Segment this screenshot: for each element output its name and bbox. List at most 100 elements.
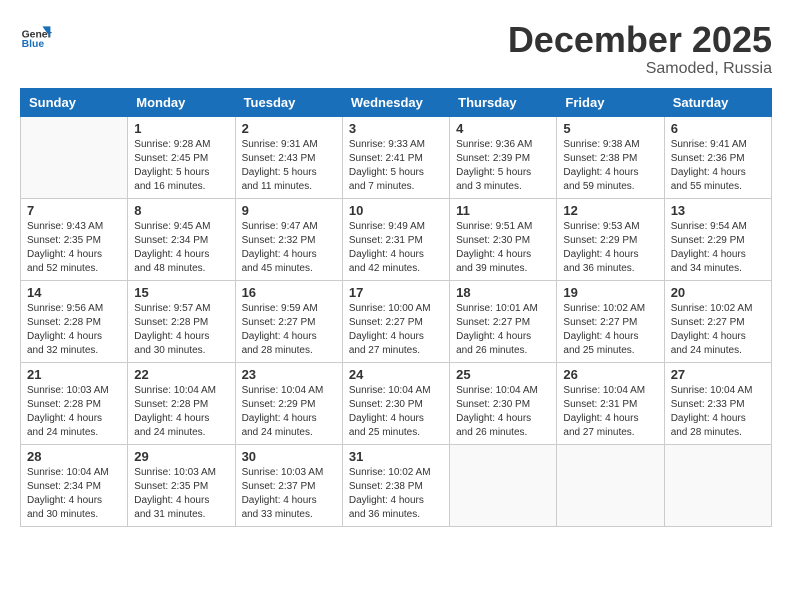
calendar-cell: 12 Sunrise: 9:53 AM Sunset: 2:29 PM Dayli… bbox=[557, 198, 664, 280]
weekday-header-tuesday: Tuesday bbox=[235, 88, 342, 116]
day-number: 7 bbox=[27, 203, 121, 218]
calendar-cell: 11 Sunrise: 9:51 AM Sunset: 2:30 PM Dayli… bbox=[450, 198, 557, 280]
day-number: 12 bbox=[563, 203, 657, 218]
day-info: Sunrise: 9:43 AM Sunset: 2:35 PM Dayligh… bbox=[27, 220, 121, 276]
day-number: 19 bbox=[563, 285, 657, 300]
day-info: Sunrise: 9:51 AM Sunset: 2:30 PM Dayligh… bbox=[456, 220, 550, 276]
day-info: Sunrise: 9:56 AM Sunset: 2:28 PM Dayligh… bbox=[27, 302, 121, 358]
day-info: Sunrise: 10:04 AM Sunset: 2:30 PM Daylig… bbox=[349, 384, 443, 440]
day-info: Sunrise: 9:57 AM Sunset: 2:28 PM Dayligh… bbox=[134, 302, 228, 358]
calendar-cell: 19Sunrise: 10:02 AM Sunset: 2:27 PM Dayl… bbox=[557, 280, 664, 362]
month-title: December 2025 bbox=[508, 20, 772, 60]
calendar-cell: 16 Sunrise: 9:59 AM Sunset: 2:27 PM Dayli… bbox=[235, 280, 342, 362]
svg-text:Blue: Blue bbox=[22, 39, 45, 50]
calendar-table: SundayMondayTuesdayWednesdayThursdayFrid… bbox=[20, 88, 772, 527]
day-number: 22 bbox=[134, 367, 228, 382]
title-block: December 2025 Samoded, Russia bbox=[508, 20, 772, 78]
calendar-cell bbox=[557, 444, 664, 526]
calendar-cell: 27 Sunrise: 10:04 AM Sunset: 2:33 PM Dayl… bbox=[664, 362, 771, 444]
week-row-2: 7 Sunrise: 9:43 AM Sunset: 2:35 PM Daylig… bbox=[21, 198, 772, 280]
weekday-header-wednesday: Wednesday bbox=[342, 88, 449, 116]
calendar-cell: 4 Sunrise: 9:36 AM Sunset: 2:39 PM Daylig… bbox=[450, 116, 557, 198]
day-info: Sunrise: 10:04 AM Sunset: 2:28 PM Daylig… bbox=[134, 384, 228, 440]
day-info: Sunrise: 9:41 AM Sunset: 2:36 PM Dayligh… bbox=[671, 138, 765, 194]
calendar-cell: 5 Sunrise: 9:38 AM Sunset: 2:38 PM Daylig… bbox=[557, 116, 664, 198]
day-info: Sunrise: 10:03 AM Sunset: 2:28 PM Daylig… bbox=[27, 384, 121, 440]
day-info: Sunrise: 10:01 AM Sunset: 2:27 PM Daylig… bbox=[456, 302, 550, 358]
day-info: Sunrise: 10:00 AM Sunset: 2:27 PM Daylig… bbox=[349, 302, 443, 358]
calendar-cell: 10 Sunrise: 9:49 AM Sunset: 2:31 PM Dayli… bbox=[342, 198, 449, 280]
day-number: 2 bbox=[242, 121, 336, 136]
calendar-cell: 26 Sunrise: 10:04 AM Sunset: 2:31 PM Dayl… bbox=[557, 362, 664, 444]
day-number: 5 bbox=[563, 121, 657, 136]
day-info: Sunrise: 9:45 AM Sunset: 2:34 PM Dayligh… bbox=[134, 220, 228, 276]
day-info: Sunrise: 9:47 AM Sunset: 2:32 PM Dayligh… bbox=[242, 220, 336, 276]
day-number: 21 bbox=[27, 367, 121, 382]
location: Samoded, Russia bbox=[508, 60, 772, 78]
day-info: Sunrise: 10:04 AM Sunset: 2:34 PM Daylig… bbox=[27, 466, 121, 522]
day-info: Sunrise: 9:31 AM Sunset: 2:43 PM Dayligh… bbox=[242, 138, 336, 194]
day-info: Sunrise: 10:02 AM Sunset: 2:38 PM Daylig… bbox=[349, 466, 443, 522]
day-number: 1 bbox=[134, 121, 228, 136]
calendar-cell: 6Sunrise: 9:41 AM Sunset: 2:36 PM Daylig… bbox=[664, 116, 771, 198]
calendar-cell: 31Sunrise: 10:02 AM Sunset: 2:38 PM Dayl… bbox=[342, 444, 449, 526]
calendar-cell: 2 Sunrise: 9:31 AM Sunset: 2:43 PM Daylig… bbox=[235, 116, 342, 198]
day-info: Sunrise: 10:03 AM Sunset: 2:37 PM Daylig… bbox=[242, 466, 336, 522]
day-number: 18 bbox=[456, 285, 550, 300]
calendar-cell: 3 Sunrise: 9:33 AM Sunset: 2:41 PM Daylig… bbox=[342, 116, 449, 198]
calendar-cell bbox=[21, 116, 128, 198]
day-number: 25 bbox=[456, 367, 550, 382]
calendar-cell: 24 Sunrise: 10:04 AM Sunset: 2:30 PM Dayl… bbox=[342, 362, 449, 444]
day-number: 16 bbox=[242, 285, 336, 300]
calendar-cell: 9 Sunrise: 9:47 AM Sunset: 2:32 PM Daylig… bbox=[235, 198, 342, 280]
day-number: 23 bbox=[242, 367, 336, 382]
day-number: 15 bbox=[134, 285, 228, 300]
day-info: Sunrise: 9:53 AM Sunset: 2:29 PM Dayligh… bbox=[563, 220, 657, 276]
calendar-cell bbox=[450, 444, 557, 526]
day-number: 24 bbox=[349, 367, 443, 382]
week-row-3: 14 Sunrise: 9:56 AM Sunset: 2:28 PM Dayli… bbox=[21, 280, 772, 362]
calendar-cell: 18 Sunrise: 10:01 AM Sunset: 2:27 PM Dayl… bbox=[450, 280, 557, 362]
day-info: Sunrise: 10:04 AM Sunset: 2:30 PM Daylig… bbox=[456, 384, 550, 440]
day-info: Sunrise: 9:49 AM Sunset: 2:31 PM Dayligh… bbox=[349, 220, 443, 276]
weekday-header-saturday: Saturday bbox=[664, 88, 771, 116]
day-number: 27 bbox=[671, 367, 765, 382]
day-info: Sunrise: 9:38 AM Sunset: 2:38 PM Dayligh… bbox=[563, 138, 657, 194]
calendar-cell bbox=[664, 444, 771, 526]
day-number: 3 bbox=[349, 121, 443, 136]
day-number: 9 bbox=[242, 203, 336, 218]
week-row-5: 28Sunrise: 10:04 AM Sunset: 2:34 PM Dayl… bbox=[21, 444, 772, 526]
day-number: 30 bbox=[242, 449, 336, 464]
day-info: Sunrise: 10:04 AM Sunset: 2:33 PM Daylig… bbox=[671, 384, 765, 440]
day-info: Sunrise: 10:04 AM Sunset: 2:31 PM Daylig… bbox=[563, 384, 657, 440]
day-info: Sunrise: 9:33 AM Sunset: 2:41 PM Dayligh… bbox=[349, 138, 443, 194]
weekday-header-monday: Monday bbox=[128, 88, 235, 116]
calendar-cell: 25 Sunrise: 10:04 AM Sunset: 2:30 PM Dayl… bbox=[450, 362, 557, 444]
calendar-cell: 1Sunrise: 9:28 AM Sunset: 2:45 PM Daylig… bbox=[128, 116, 235, 198]
day-number: 10 bbox=[349, 203, 443, 218]
logo-icon: General Blue bbox=[20, 20, 52, 52]
calendar-cell: 7 Sunrise: 9:43 AM Sunset: 2:35 PM Daylig… bbox=[21, 198, 128, 280]
day-info: Sunrise: 10:03 AM Sunset: 2:35 PM Daylig… bbox=[134, 466, 228, 522]
calendar-cell: 15 Sunrise: 9:57 AM Sunset: 2:28 PM Dayli… bbox=[128, 280, 235, 362]
calendar-cell: 23Sunrise: 10:04 AM Sunset: 2:29 PM Dayl… bbox=[235, 362, 342, 444]
calendar-cell: 28Sunrise: 10:04 AM Sunset: 2:34 PM Dayl… bbox=[21, 444, 128, 526]
weekday-header-thursday: Thursday bbox=[450, 88, 557, 116]
calendar-cell: 20Sunrise: 10:02 AM Sunset: 2:27 PM Dayl… bbox=[664, 280, 771, 362]
calendar-cell: 13 Sunrise: 9:54 AM Sunset: 2:29 PM Dayli… bbox=[664, 198, 771, 280]
day-info: Sunrise: 9:54 AM Sunset: 2:29 PM Dayligh… bbox=[671, 220, 765, 276]
day-number: 26 bbox=[563, 367, 657, 382]
day-number: 4 bbox=[456, 121, 550, 136]
day-number: 13 bbox=[671, 203, 765, 218]
day-info: Sunrise: 9:59 AM Sunset: 2:27 PM Dayligh… bbox=[242, 302, 336, 358]
calendar-cell: 14 Sunrise: 9:56 AM Sunset: 2:28 PM Dayli… bbox=[21, 280, 128, 362]
weekday-header-row: SundayMondayTuesdayWednesdayThursdayFrid… bbox=[21, 88, 772, 116]
calendar-body: 1Sunrise: 9:28 AM Sunset: 2:45 PM Daylig… bbox=[21, 116, 772, 526]
day-info: Sunrise: 9:36 AM Sunset: 2:39 PM Dayligh… bbox=[456, 138, 550, 194]
weekday-header-sunday: Sunday bbox=[21, 88, 128, 116]
day-number: 14 bbox=[27, 285, 121, 300]
day-number: 29 bbox=[134, 449, 228, 464]
day-number: 11 bbox=[456, 203, 550, 218]
day-number: 8 bbox=[134, 203, 228, 218]
calendar-cell: 21 Sunrise: 10:03 AM Sunset: 2:28 PM Dayl… bbox=[21, 362, 128, 444]
